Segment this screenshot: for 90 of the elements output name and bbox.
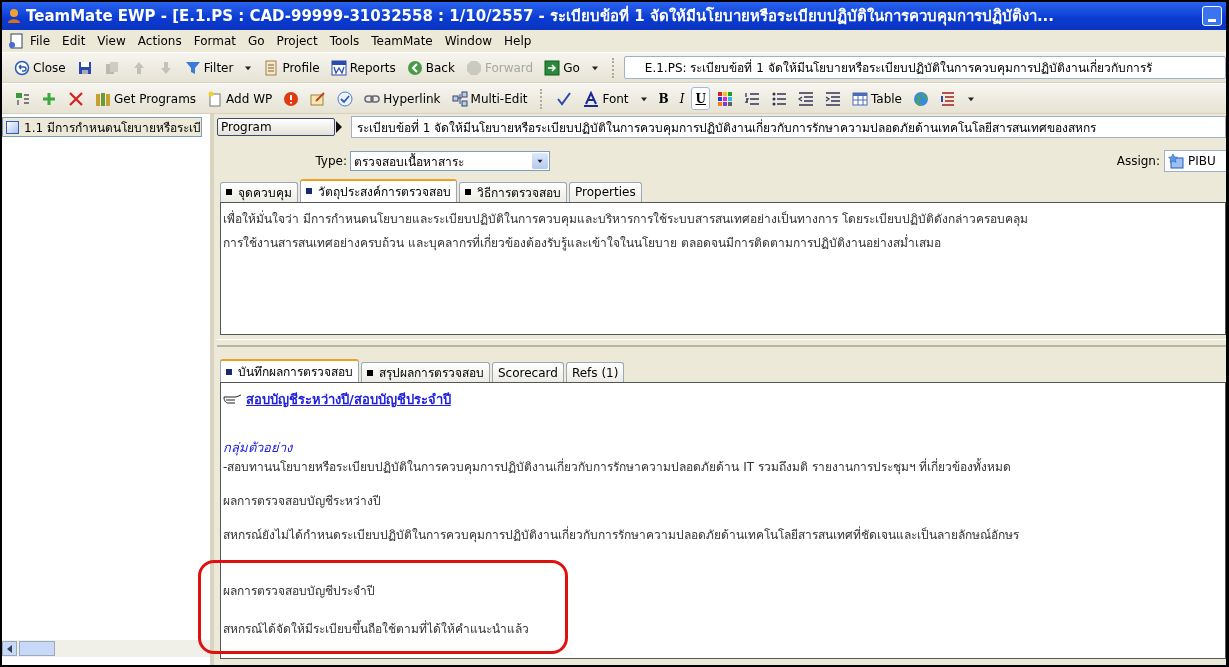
app-icon bbox=[6, 8, 22, 24]
document-icon bbox=[263, 59, 280, 76]
menu-item[interactable]: Project bbox=[270, 34, 324, 48]
menu-item[interactable]: Help bbox=[498, 34, 538, 48]
paragraph: ผลการตรวจสอบบัญชีประจำปี bbox=[223, 583, 375, 600]
toolbar-button[interactable]: Close bbox=[10, 56, 70, 79]
pointing-hand-icon bbox=[223, 393, 243, 405]
tab[interactable]: จุดควบคุม bbox=[220, 181, 298, 202]
font-icon bbox=[583, 90, 600, 107]
save-icon bbox=[76, 59, 93, 76]
tab[interactable]: สรุปผลการตรวจสอบ bbox=[361, 362, 490, 382]
person-icon bbox=[1168, 153, 1184, 170]
tab[interactable]: Properties bbox=[569, 181, 642, 202]
tab[interactable]: บันทึกผลการตรวจสอบ bbox=[220, 359, 359, 382]
checkbox-icon bbox=[6, 120, 19, 134]
menu-item[interactable]: Go bbox=[241, 34, 271, 48]
word-document-icon bbox=[330, 59, 347, 76]
table-icon bbox=[851, 90, 868, 107]
spellcheck-icon bbox=[556, 90, 573, 107]
toolbar-button[interactable]: Hyperlink bbox=[360, 87, 445, 110]
tree-item[interactable]: 1.1 มีการกำหนดนโยบายหรือระเบี bbox=[2, 117, 202, 137]
filter-icon bbox=[184, 59, 201, 76]
assign-field[interactable]: PIBU bbox=[1164, 150, 1226, 173]
multi-edit-icon bbox=[451, 90, 468, 107]
splitter[interactable] bbox=[217, 339, 1226, 347]
assign-label: Assign: bbox=[1116, 154, 1160, 169]
toolbar-button[interactable]: Multi-Edit bbox=[447, 87, 532, 110]
delete-icon bbox=[68, 90, 84, 107]
tab[interactable]: Refs (1) bbox=[565, 362, 625, 382]
toolbar-button[interactable]: Reports bbox=[326, 56, 400, 79]
link[interactable]: สอบบัญชีระหว่างปี/สอบบัญชีประจำปี bbox=[246, 388, 451, 410]
list-style-icon bbox=[940, 90, 956, 107]
menu-item[interactable]: View bbox=[91, 34, 132, 48]
menu-item[interactable]: TeamMate bbox=[365, 34, 439, 48]
check-icon bbox=[337, 90, 354, 107]
scroll-left-button[interactable] bbox=[2, 641, 17, 656]
toolbar-button[interactable]: Get Programs bbox=[91, 87, 201, 110]
objective-text: เพื่อให้มั่นใจว่า มีการกำหนดนโยบายและระเบียบปฏิบัติในการควบคุมและบริหารการใช้ระบบสารสนเทศอย่างเป็นทางการ โดยระเบียบปฏิบัติดังกล่าวครอบคลุม bbox=[223, 209, 1029, 229]
menu-item[interactable]: Tools bbox=[323, 34, 366, 48]
arrow-icon bbox=[335, 120, 343, 134]
type-label: Type: bbox=[314, 154, 348, 169]
document-icon bbox=[8, 33, 24, 49]
color-grid-icon bbox=[716, 90, 733, 107]
tab[interactable]: วัตถุประสงค์การตรวจสอบ bbox=[300, 178, 457, 202]
alert-icon bbox=[283, 90, 300, 107]
toolbar-button[interactable]: Profile bbox=[259, 56, 324, 79]
menu-item[interactable]: Actions bbox=[131, 34, 188, 48]
tab[interactable]: วิธีการตรวจสอบ bbox=[459, 181, 567, 202]
program-label[interactable]: Program bbox=[217, 118, 335, 136]
toolbar-button[interactable]: Back bbox=[402, 56, 459, 79]
toolbar-button[interactable]: Font bbox=[579, 87, 633, 110]
add-step-icon bbox=[14, 90, 30, 107]
paragraph: ผลการตรวจสอบบัญชีระหว่างปี bbox=[223, 493, 381, 510]
paragraph: สหกรณ์ได้จัดให้มีระเบียบขึ้นถือใช้ตามที่ได้ให้คำแนะนำแล้ว bbox=[223, 620, 529, 638]
scrollbar-thumb[interactable] bbox=[19, 641, 55, 656]
paragraph: -สอบทานนโยบายหรือระเบียบปฏิบัติในการควบคุมการปฏิบัติงานเกี่ยวกับการรักษาความปลอดภัยด้าน IT รวมถึงมติ รายงานการประชุมฯ ที่เกี่ยวข้องทั้งหมด bbox=[223, 458, 1012, 476]
format-button[interactable]: U bbox=[691, 87, 710, 110]
pages-icon bbox=[103, 59, 120, 76]
bullet-list-icon bbox=[770, 90, 787, 107]
menu-item[interactable]: File bbox=[24, 34, 57, 48]
menu-item[interactable]: Format bbox=[187, 34, 242, 48]
left-arrow-icon bbox=[6, 644, 13, 653]
paragraph: สหกรณ์ยังไม่ได้กำหนดระเบียบปฏิบัติในการควบคุมการปฏิบัติงานเกี่ยวกับการรักษาความปลอดภัยด้านเทคโนโลยีสารสนเทศที่ชัดเจนและเป็นลายลักษณ์อักษร bbox=[223, 526, 1019, 544]
books-icon bbox=[95, 90, 111, 107]
tab[interactable]: Scorecard bbox=[492, 362, 564, 382]
menu-item[interactable]: Edit bbox=[56, 34, 92, 48]
forward-icon bbox=[465, 59, 482, 76]
toolbar-button[interactable]: Add WP bbox=[203, 87, 277, 110]
go-icon bbox=[544, 59, 561, 76]
objective-text: การใช้งานสารสนเทศอย่างครบถ้วน และบุคลากรที่เกี่ยวข้องต้องรับรู้และเข้าใจในนโยบาย ตลอดจนมีการติดตามการปฏิบัติงานอย่างสม่ำเสมอ bbox=[223, 233, 942, 253]
toolbar-button[interactable]: Filter bbox=[180, 56, 238, 79]
numbered-list-icon bbox=[743, 90, 760, 107]
type-dropdown[interactable]: ตรวจสอบเนื้อหาสาระ bbox=[350, 151, 550, 172]
menu-item[interactable]: Window bbox=[438, 34, 499, 48]
toolbar-button[interactable]: Table bbox=[847, 87, 906, 110]
outdent-icon bbox=[797, 90, 814, 107]
section-heading: กลุ่มตัวอย่าง bbox=[223, 439, 292, 458]
toolbar-button[interactable]: Go bbox=[540, 56, 584, 79]
plus-icon bbox=[41, 90, 57, 107]
format-button[interactable]: B bbox=[654, 87, 673, 110]
location-field[interactable]: E.1.PS: ระเบียบข้อที่ 1 จัดให้มีนโยบายหรือระเบียบปฏิบัติในการควบคุมการปฏิบัติงานเกี่ยวกับการรั bbox=[623, 56, 1226, 79]
globe-icon bbox=[913, 90, 929, 107]
new-document-icon bbox=[207, 90, 224, 107]
indent-icon bbox=[824, 90, 841, 107]
window-title: TeamMate EWP - [E.1.PS : CAD-99999-31032558 : 1/10/2557 - ระเบียบข้อที่ 1 จัดให้มีนโยบายหรือระเบียบปฏิบัติในการควบคุมการปฏิบัติงา... bbox=[26, 4, 1055, 28]
program-field[interactable]: ระเบียบข้อที่ 1 จัดให้มีนโยบายหรือระเบียบปฏิบัติในการควบคุมการปฏิบัติงานเกี่ยวกับการรักษาความปลอดภัยด้านเทคโนโลยีสารสนเทศของสหกร bbox=[351, 116, 1226, 138]
edit-note-icon bbox=[310, 90, 327, 107]
minimize-button[interactable] bbox=[1202, 6, 1222, 26]
back-icon bbox=[406, 59, 423, 76]
format-button[interactable]: I bbox=[675, 87, 689, 110]
